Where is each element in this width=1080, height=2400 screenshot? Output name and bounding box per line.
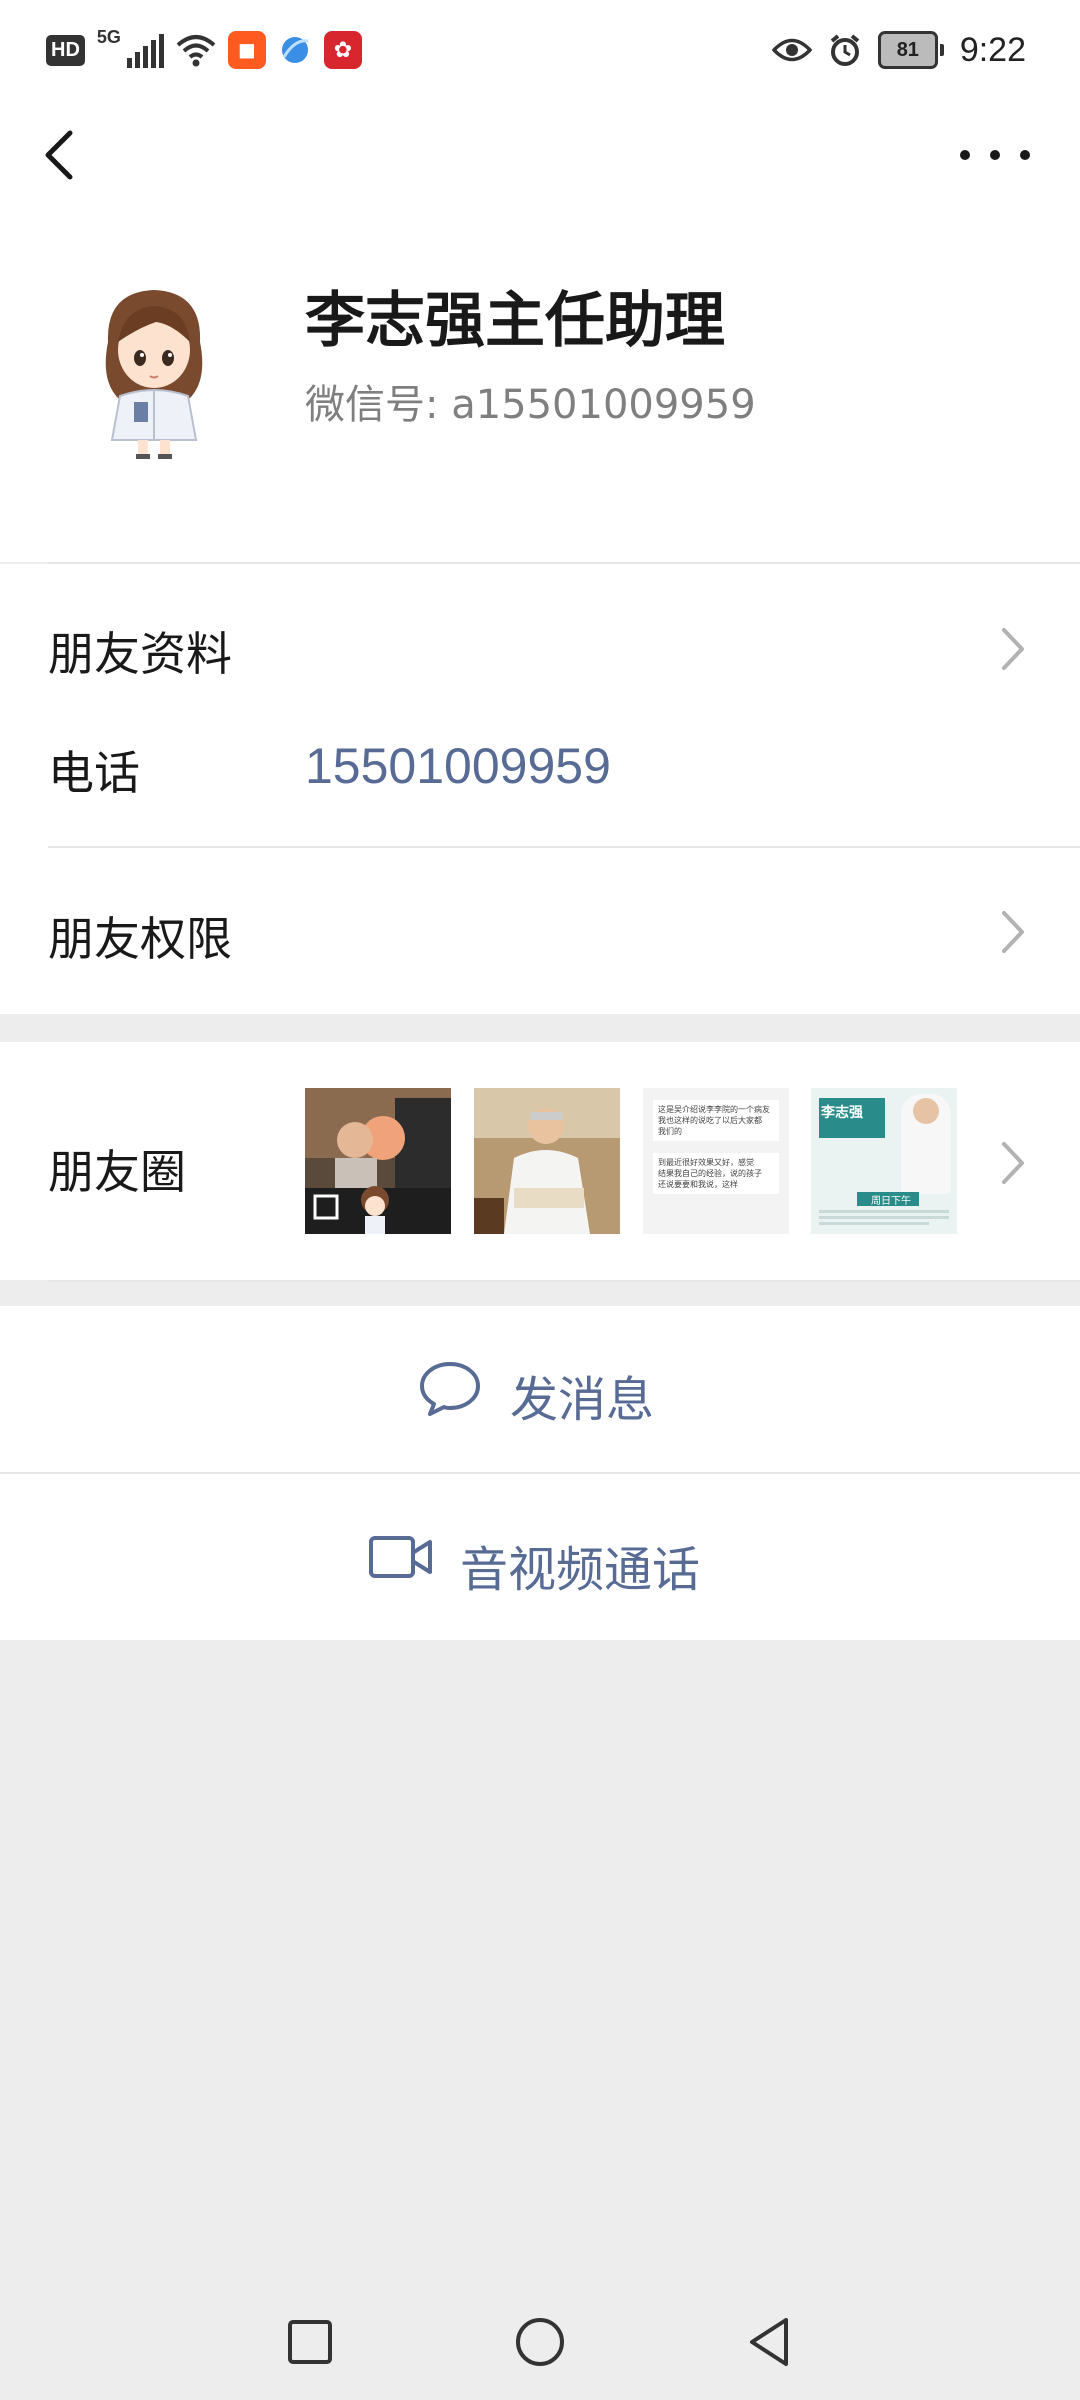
thumb-text-line: 还说要要和我说，这样 <box>658 1180 738 1189</box>
contact-name: 李志强主任助理 <box>305 286 725 356</box>
nav-square-icon[interactable] <box>280 2312 340 2372</box>
thumb-text-line: 结果我自己的经验，说的孩子 <box>658 1169 762 1178</box>
battery-icon: 81 <box>877 31 938 69</box>
network-type: 5G <box>96 27 121 47</box>
browser-notification-icon <box>281 37 309 63</box>
permissions-label: 朋友权限 <box>48 912 232 966</box>
alarm-icon <box>830 34 860 66</box>
clock: 9:22 <box>959 30 1026 69</box>
nav-circle-icon[interactable] <box>510 2312 570 2372</box>
video-camera-icon <box>369 1536 432 1578</box>
status-left-icons: HD 5G ◼ ✿ <box>46 28 362 72</box>
hd-badge: HD <box>46 34 85 66</box>
battery-tip <box>939 44 944 56</box>
chevron-right-icon <box>1002 911 1024 953</box>
status-right-icons: 81 9:22 <box>771 28 1026 72</box>
thumb-text-line: 我们的 <box>658 1127 682 1136</box>
thumb4-subtitle: 周日下午 <box>871 1196 911 1207</box>
friend-info-label: 朋友资料 <box>48 627 232 681</box>
signal-icon <box>126 32 164 68</box>
phone-number[interactable]: 15501009959 <box>305 737 611 795</box>
chevron-right-icon <box>1002 628 1024 670</box>
top-bar <box>0 100 1080 210</box>
nav-triangle-icon[interactable] <box>740 2312 800 2372</box>
chevron-right-icon <box>1002 1142 1024 1184</box>
thumb4-title: 李志强 <box>821 1105 863 1121</box>
more-dots-icon[interactable] <box>960 135 1030 175</box>
wifi-icon <box>176 35 216 67</box>
thumb-text-line: 到最近很好效果又好，感觉 <box>658 1158 754 1167</box>
moments-label: 朋友圈 <box>48 1145 186 1199</box>
app-notification-icon-2: ✿ <box>323 31 362 69</box>
moments-thumb-1 <box>305 1088 451 1234</box>
app-notification-icon: ◼ <box>227 31 266 69</box>
avatar[interactable] <box>68 272 240 462</box>
video-call-label: 音视频通话 <box>460 1542 701 1598</box>
moments-thumb-2 <box>474 1088 620 1234</box>
back-arrow-icon[interactable] <box>38 125 88 185</box>
thumb-text-line: 这是吴介绍说李李院的一个病友 <box>658 1105 770 1114</box>
moments-thumb-3: 这是吴介绍说李李院的一个病友 我也这样的说吃了以后大家都 我们的 到最近很好效果… <box>643 1088 789 1234</box>
moments-thumb-4: 李志强 周日下午 <box>811 1088 957 1234</box>
chat-bubble-icon <box>420 1362 480 1416</box>
send-message-label: 发消息 <box>510 1372 655 1428</box>
eye-icon <box>771 38 812 62</box>
thumb-text-line: 我也这样的说吃了以后大家都 <box>658 1116 762 1125</box>
phone-label: 电话 <box>48 746 140 800</box>
wechat-id: 微信号: a15501009959 <box>305 382 756 428</box>
divider <box>48 1280 1080 1282</box>
